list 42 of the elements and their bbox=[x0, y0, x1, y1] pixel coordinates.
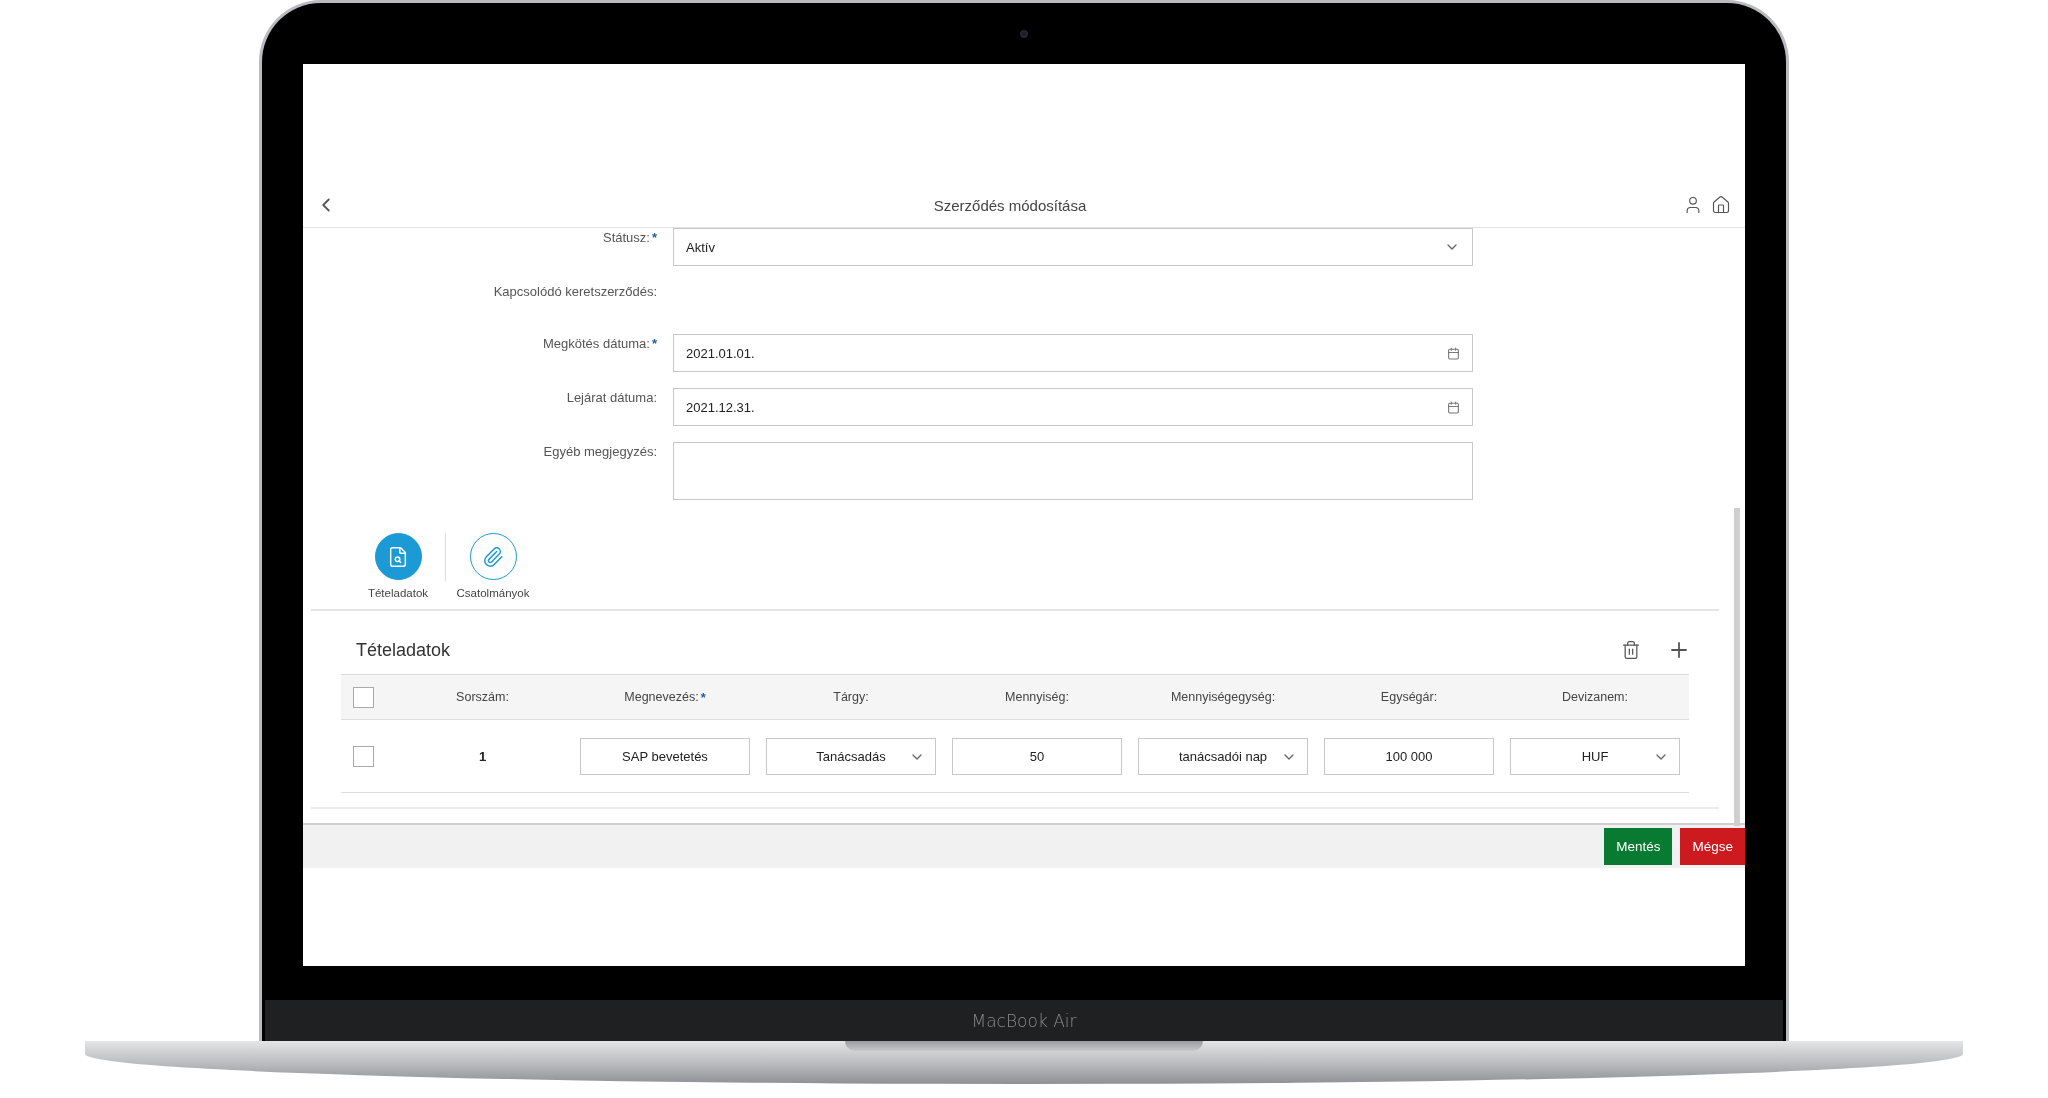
field-label: Egyéb megjegyzés: bbox=[543, 444, 657, 459]
column-header: Devizanem: bbox=[1562, 690, 1628, 704]
column-header: Mennyiségegység: bbox=[1170, 690, 1276, 704]
required-mark: * bbox=[651, 336, 657, 351]
section-title: Tételadatok bbox=[356, 639, 452, 661]
row-number: 1 bbox=[478, 748, 487, 764]
required-mark: * bbox=[700, 689, 706, 705]
column-header: Tárgy: bbox=[833, 690, 869, 704]
column-header: Sorszám: bbox=[456, 690, 509, 704]
field-label: Kapcsolódó keretszerződés: bbox=[493, 284, 657, 299]
dropdown-field[interactable]: tanácsadói nap bbox=[1138, 737, 1308, 775]
section-tab[interactable]: Csatolmányok bbox=[446, 533, 540, 599]
document-search-icon bbox=[387, 545, 409, 568]
dropdown-field[interactable]: HUF bbox=[1510, 737, 1680, 775]
camera-icon bbox=[1020, 29, 1028, 38]
field-label: Megkötés dátuma: bbox=[543, 336, 650, 351]
trash-icon bbox=[1621, 640, 1641, 660]
checkbox[interactable] bbox=[353, 686, 374, 708]
text-field[interactable]: 100 000 bbox=[1324, 737, 1494, 775]
column-header: Megnevezés: bbox=[624, 689, 699, 705]
field-label: Lejárat dátuma: bbox=[566, 390, 657, 405]
calendar-icon bbox=[1447, 346, 1460, 360]
paperclip-icon bbox=[482, 545, 504, 568]
dropdown-field[interactable]: Aktív bbox=[673, 228, 1473, 266]
checkbox[interactable] bbox=[353, 745, 374, 767]
date-field[interactable]: 2021.01.01. bbox=[673, 334, 1473, 372]
scrollbar[interactable] bbox=[1734, 508, 1740, 826]
date-field[interactable]: 2021.12.31. bbox=[673, 388, 1473, 426]
text-field[interactable]: SAP bevetetés bbox=[580, 737, 750, 775]
cancel-button[interactable]: Mégse bbox=[1680, 828, 1745, 865]
page-title: Szerződés módosítása bbox=[932, 196, 1088, 214]
required-mark: * bbox=[651, 230, 657, 245]
home-icon bbox=[1711, 195, 1731, 215]
column-header: Mennyiség: bbox=[1005, 690, 1069, 704]
field-label: Státusz: bbox=[602, 230, 650, 245]
text-field[interactable]: 50 bbox=[952, 737, 1122, 775]
section-tab[interactable]: Tételadatok bbox=[351, 533, 445, 599]
brand-label: MacBook Air bbox=[971, 1010, 1077, 1031]
column-header: Egységár: bbox=[1380, 690, 1438, 704]
dropdown-field[interactable]: Tanácsadás bbox=[766, 737, 936, 775]
save-button[interactable]: Mentés bbox=[1604, 828, 1673, 865]
calendar-icon bbox=[1447, 400, 1460, 414]
